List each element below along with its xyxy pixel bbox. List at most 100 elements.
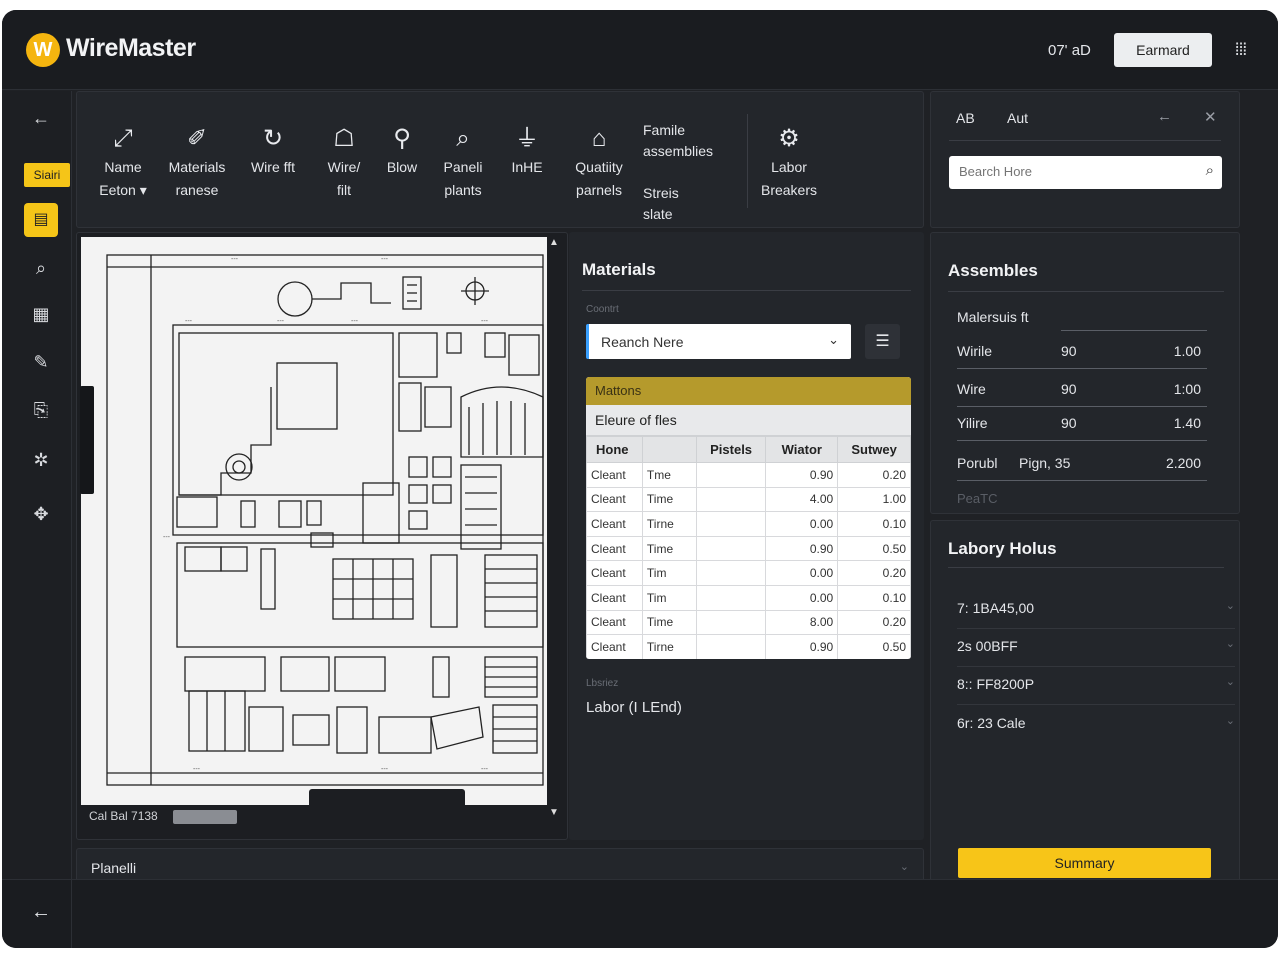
zoom-slider[interactable] [173, 810, 237, 824]
list-filter-icon[interactable]: ☰ [865, 324, 900, 359]
tab-ab[interactable]: AB [956, 110, 975, 126]
tool-inhe[interactable]: ⏚ InHE [505, 122, 549, 179]
labor-row[interactable]: 8:: FF8200P ⌄ [957, 667, 1235, 705]
table-cell: 0.90 [765, 462, 839, 488]
scroll-up-icon[interactable]: ▲ [549, 237, 559, 248]
assembly-row[interactable]: Porubl Pign, 35 2.200 [957, 445, 1207, 481]
table-cell: 0.00 [765, 584, 839, 611]
table-row[interactable]: Cleant Time 0.90 0.50 [586, 535, 911, 562]
tool-quatiity[interactable]: ⌂ Quatiity parnels [569, 122, 629, 202]
table-cell: Cleant [586, 584, 643, 611]
settings-icon[interactable]: ✲ [24, 445, 58, 475]
tool-label: Wire/ filt [327, 159, 361, 198]
assembly-row[interactable]: Wirile 90 1.00 [957, 333, 1207, 369]
scroll-down-icon[interactable]: ▼ [549, 807, 559, 818]
blueprint-canvas[interactable]: --- --- --- --- --- --- --- --- --- --- [81, 237, 547, 805]
chevron-down-icon: ⌄ [1225, 676, 1235, 688]
back-arrow-icon[interactable]: ← [1157, 108, 1172, 125]
tool-wire-filt[interactable]: ☖ Wire/ filt [317, 122, 371, 202]
table-cell: Tirne [641, 511, 697, 537]
table-cell: Cleant [586, 634, 643, 659]
assembly-row[interactable]: Wire 90 1:00 [957, 371, 1207, 407]
svg-text:---: --- [351, 318, 359, 325]
assembly-value: 2.200 [1165, 455, 1201, 471]
svg-text:---: --- [231, 256, 239, 263]
table-cell: Tme [641, 462, 697, 488]
labor-summary-text[interactable]: Labor (I LEnd) [586, 699, 682, 716]
table-cell: Tim [641, 584, 697, 611]
labor-row[interactable]: 6r: 23 Cale ⌄ [957, 706, 1235, 744]
table-row[interactable]: Cleant Tim 0.00 0.20 [586, 560, 911, 586]
table-header-row: Hone Pistels Wiator Sutwey [586, 436, 911, 463]
grid-menu-icon[interactable]: ⦙⦙⦙ [1230, 39, 1252, 61]
clipboard-icon[interactable]: ⎘ [24, 395, 58, 425]
famile-assemblies-label[interactable]: Famile assemblies Streis slate [643, 120, 713, 225]
summary-button[interactable]: Summary [958, 848, 1211, 878]
tool-blow[interactable]: ⚲ Blow [381, 122, 423, 179]
table-cell [695, 511, 767, 537]
table-cell: 8.00 [765, 609, 839, 636]
assemblies-header: Malersuis ft [957, 309, 1029, 325]
back-arrow-icon[interactable]: ← [28, 899, 54, 925]
table-row[interactable]: Cleant Time 8.00 0.20 [586, 609, 911, 636]
search-input[interactable] [959, 164, 1189, 179]
tool-label: Wire fft [250, 159, 296, 175]
table-cell: Cleant [586, 560, 643, 586]
table-cell: Cleant [586, 535, 643, 562]
table-cell: Time [641, 609, 697, 636]
drawing-tab-handle[interactable] [309, 789, 465, 805]
tool-label: Blow [386, 159, 418, 175]
table-row[interactable]: Cleant Tme 0.90 0.20 [586, 462, 911, 488]
assembly-name: Wire [957, 381, 986, 397]
labor-row-label: 6r: 23 Cale [957, 715, 1026, 731]
tool-paneli[interactable]: ⌕ Paneli plants [435, 122, 491, 202]
column-header[interactable]: Wiator [765, 436, 839, 463]
materials-dropdown[interactable]: Reanch Nere ⌄ [586, 324, 851, 359]
search-icon[interactable]: ⌕ [24, 253, 58, 283]
column-header[interactable]: Sutwey [837, 436, 911, 463]
tool-labor-breakers[interactable]: ⚙ Labor Breakers [757, 122, 821, 202]
table-cell: Cleant [586, 511, 643, 537]
ruler-icon: ✐ [186, 125, 208, 152]
column-header[interactable] [641, 436, 697, 463]
panel-resize-handle[interactable] [80, 386, 94, 494]
tool-label: Name Eeton ▾ [99, 159, 147, 198]
table-cell: 0.50 [837, 634, 911, 659]
table-row[interactable]: Cleant Tim 0.00 0.10 [586, 584, 911, 611]
assembly-row[interactable]: Yilire 90 1.40 [957, 405, 1207, 441]
column-header[interactable]: Hone [586, 436, 643, 463]
planelli-label: Planelli [91, 860, 137, 876]
chevron-down-icon: ⌄ [828, 332, 839, 347]
connector-icon: ⏚ [515, 125, 539, 152]
tool-label: Paneli plants [443, 159, 483, 198]
labor-row[interactable]: 2s 00BFF ⌄ [957, 629, 1235, 667]
table-subheader: Eleure of fles [586, 405, 911, 436]
calculator-icon[interactable]: ▦ [24, 299, 58, 329]
tool-name[interactable]: ⤢ Name Eeton ▾ [95, 122, 151, 202]
rail-tag[interactable]: Siairi [24, 163, 70, 187]
column-header[interactable]: Pistels [695, 436, 767, 463]
assemblies-footer: PeaTC [957, 491, 998, 506]
pencil-icon[interactable]: ✎ [24, 347, 58, 377]
table-row[interactable]: Cleant Time 4.00 1.00 [586, 486, 911, 513]
close-icon[interactable]: ✕ [1204, 108, 1217, 126]
table-cell [695, 535, 767, 562]
back-arrow-icon[interactable]: ← [24, 103, 58, 133]
person-icon: ☖ [333, 125, 355, 152]
top-action-button[interactable]: Earmard [1114, 33, 1212, 67]
table-row[interactable]: Cleant Tirne 0.00 0.10 [586, 511, 911, 537]
tool-materials[interactable]: ✐ Materials ranese [165, 122, 229, 202]
search-field[interactable]: ⌕ [949, 156, 1222, 189]
svg-text:---: --- [381, 256, 389, 263]
search-icon[interactable]: ⌕ [1206, 162, 1214, 179]
move-icon[interactable]: ✥ [24, 499, 58, 529]
table-cell: Cleant [586, 609, 643, 636]
tab-aut[interactable]: Aut [1007, 110, 1028, 126]
document-icon[interactable]: ▤ [24, 203, 58, 237]
table-row[interactable]: Cleant Tirne 0.90 0.50 [586, 634, 911, 659]
assemblies-panel: Assembles Malersuis ft Wirile 90 1.00 Wi… [930, 232, 1240, 514]
labor-row[interactable]: 7: 1BA45,00 ⌄ [957, 591, 1235, 629]
tool-wire-fft[interactable]: ↻ Wire fft [243, 122, 303, 179]
chevron-down-icon: ⌄ [1225, 638, 1235, 650]
table-cell: 0.50 [837, 535, 911, 562]
